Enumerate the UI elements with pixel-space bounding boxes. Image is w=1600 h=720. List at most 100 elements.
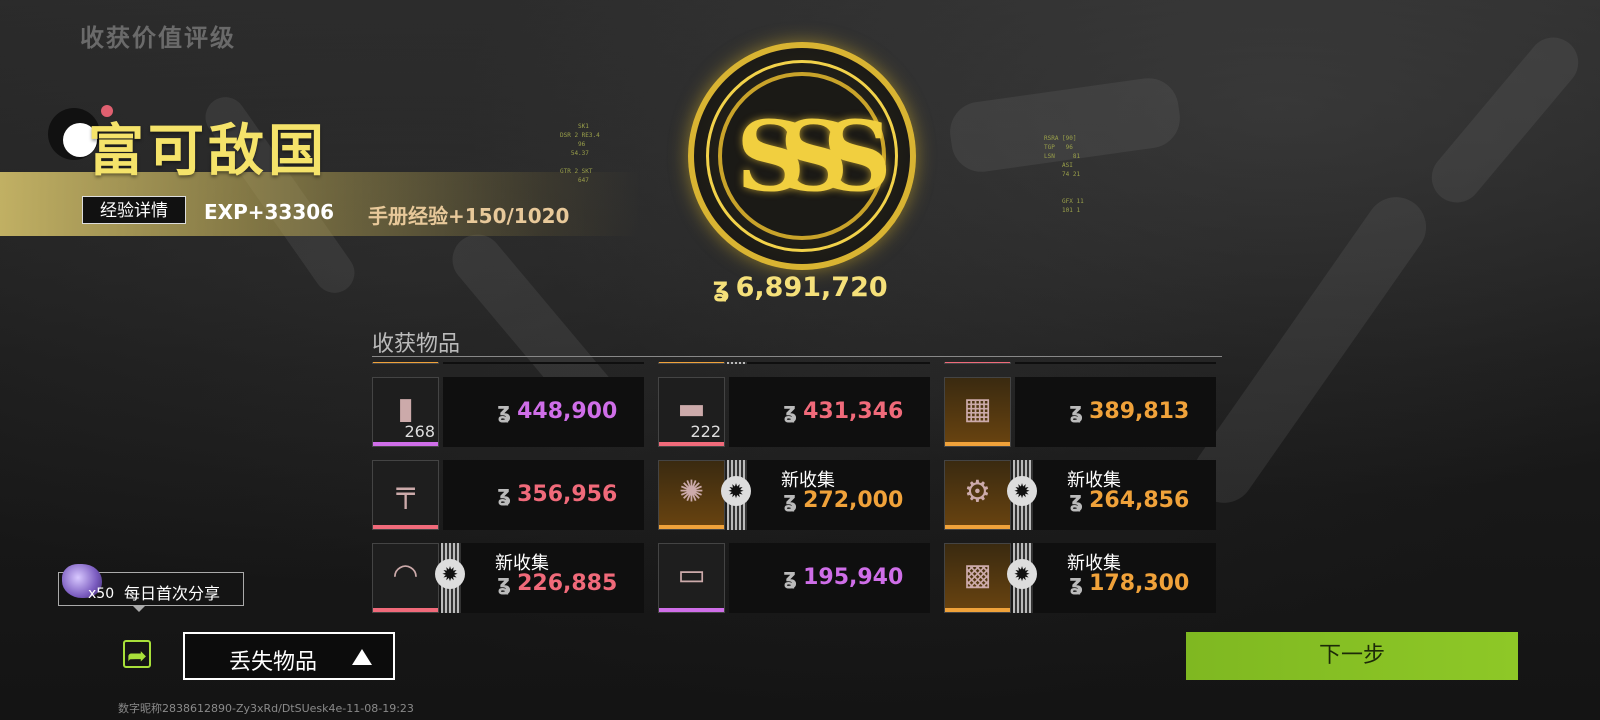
coin-icon: ʓ [783, 565, 798, 590]
item-price-value: 448,900 [517, 399, 618, 424]
new-collect-badge: ✹ [727, 362, 747, 364]
item-price: ʓ 389,813 [1069, 399, 1189, 424]
grade-letters: SSS [736, 100, 892, 213]
item-info: ʓ 356,956 [443, 460, 644, 530]
armor-plate-icon: ▭ [677, 557, 706, 593]
lost-items-button[interactable]: 丢失物品 [183, 632, 395, 680]
new-collect-badge: ✹ [721, 460, 751, 530]
coin-icon: ʓ [1069, 399, 1084, 424]
item-price: ʓ 272,000 [783, 488, 903, 513]
item-thumbnail: ▭ [658, 543, 725, 613]
items-section-label: 收获物品 [372, 332, 461, 357]
item-info: ʓ 195,940 [729, 543, 930, 613]
rarity-bar [373, 442, 438, 446]
page-title: 收获价值评级 [80, 24, 236, 52]
rarity-bar [373, 362, 438, 363]
item-price-value: 356,956 [517, 482, 618, 507]
lost-items-label: 丢失物品 [229, 650, 318, 675]
item-card[interactable]: ╤ ʓ460,432 [944, 362, 1216, 364]
item-price: ʓ 195,940 [783, 565, 903, 590]
item-price-value: 178,300 [1089, 571, 1190, 596]
item-thumbnail: ◠ [372, 543, 439, 613]
item-card[interactable]: ▮ 268 ʓ 448,900 [372, 377, 644, 447]
item-thumbnail: ▦ [944, 377, 1011, 447]
gear-icon: ✹ [1007, 559, 1037, 589]
coin-icon: ʓ [497, 399, 512, 424]
coin-icon: ʓ [783, 488, 798, 513]
vest-icon: ▩ [963, 557, 992, 593]
new-collect-badge: ✹ [1007, 543, 1037, 613]
helmet-icon: ◠ [392, 557, 419, 593]
item-card[interactable]: ◎✹新收集ʓ683,500 [658, 362, 930, 364]
item-price-value: 226,885 [517, 571, 618, 596]
rarity-bar [945, 525, 1010, 529]
item-thumbnail: ╤ [944, 362, 1011, 364]
exp-detail-button[interactable]: 经验详情 [82, 196, 186, 224]
share-reward-qty: x50 [88, 586, 115, 602]
coin-icon: ʓ [1069, 571, 1084, 596]
item-info: ʓ1,194,790 [443, 362, 644, 364]
item-card[interactable]: ⚙ ✹ 新收集 ʓ 264,856 [944, 460, 1216, 530]
item-info: ʓ 431,346 [729, 377, 930, 447]
item-card[interactable]: ▩ ✹ 新收集 ʓ 178,300 [944, 543, 1216, 613]
item-thumbnail: 🦋 [372, 362, 439, 364]
grade-medal: SSS [688, 42, 916, 270]
chevron-up-icon [352, 649, 372, 665]
item-card[interactable]: ▦ ʓ 389,813 [944, 377, 1216, 447]
gear-icon: ✹ [435, 559, 465, 589]
rank-emblem-accent [101, 105, 113, 117]
hud-overlay-right: RSRA [90] TGP 96 LSN 81 ASI 74 21 GFX 11 1… [1044, 135, 1084, 214]
item-card[interactable]: 🦋 ʓ1,194,790 [372, 362, 644, 364]
gear-icon: ✹ [1007, 476, 1037, 506]
coin-icon: ʓ [712, 272, 730, 303]
new-collect-badge: ✹ [435, 543, 465, 613]
share-icon[interactable]: ➦ [123, 640, 151, 670]
coin-icon: ʓ [497, 482, 512, 507]
manual-exp: 手册经验+150/1020 [368, 204, 570, 228]
item-card[interactable]: ✺ ✹ 新收集 ʓ 272,000 [658, 460, 930, 530]
footer-player-id: 数字昵称2838612890-Zy3xRd/DtSUesk4e-11-08-19… [118, 702, 414, 715]
ammo-round-icon: ▬ [677, 391, 706, 427]
item-thumbnail: ◎ [658, 362, 725, 364]
item-thumbnail: ╤ [372, 460, 439, 530]
gear-icon: ✹ [721, 476, 751, 506]
rarity-bar [945, 362, 1010, 363]
item-price-value: 272,000 [803, 488, 904, 513]
coin-icon: ʓ [783, 399, 798, 424]
ammo-shell-icon: ▮ [397, 391, 414, 427]
item-quantity: 268 [404, 422, 435, 441]
item-quantity: 222 [690, 422, 721, 441]
item-price-value: 195,940 [803, 565, 904, 590]
item-price: ʓ 264,856 [1069, 488, 1189, 513]
item-card[interactable]: ◠ ✹ 新收集 ʓ 226,885 [372, 543, 644, 613]
item-card[interactable]: ╤ ʓ 356,956 [372, 460, 644, 530]
rarity-bar [945, 442, 1010, 446]
backpack-icon: ▦ [963, 391, 992, 427]
items-divider [372, 356, 1222, 357]
item-thumbnail: ▩ [944, 543, 1011, 613]
item-info: ʓ460,432 [1015, 362, 1216, 364]
item-price: ʓ 431,346 [783, 399, 903, 424]
item-price: ʓ 356,956 [497, 482, 617, 507]
item-card[interactable]: ▬ 222 ʓ 431,346 [658, 377, 930, 447]
item-price-value: 389,813 [1089, 399, 1190, 424]
total-value-amount: 6,891,720 [735, 272, 888, 303]
item-thumbnail: ▮ 268 [372, 377, 439, 447]
next-button[interactable]: 下一步 [1186, 632, 1518, 680]
item-info: ʓ 448,900 [443, 377, 644, 447]
device-lamp-icon: ✺ [678, 474, 705, 510]
share-label: 每日首次分享 [124, 584, 221, 603]
items-scroll-list[interactable]: 🦋ʓ1,194,790◎✹新收集ʓ683,500╤ʓ460,432▮268ʓ44… [372, 362, 1222, 628]
rarity-bar [373, 608, 438, 612]
weapon-part-icon: ⚙ [964, 474, 991, 510]
rarity-bar [945, 608, 1010, 612]
rarity-bar [659, 608, 724, 612]
rank-title: 富可敌国 [88, 119, 328, 184]
item-card[interactable]: ▭ ʓ 195,940 [658, 543, 930, 613]
share-bubble-pointer [132, 605, 146, 612]
item-price-value: 431,346 [803, 399, 904, 424]
item-price: ʓ 448,900 [497, 399, 617, 424]
item-price-value: 264,856 [1089, 488, 1190, 513]
rarity-bar [659, 442, 724, 446]
item-price: ʓ 178,300 [1069, 571, 1189, 596]
